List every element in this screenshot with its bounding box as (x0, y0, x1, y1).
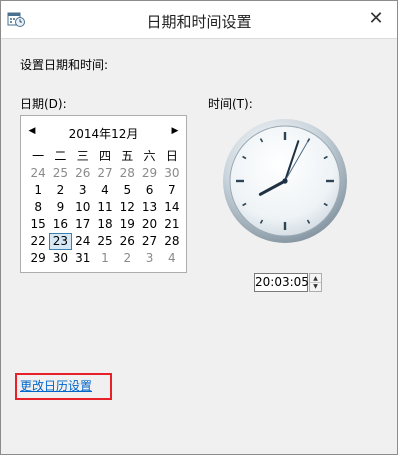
calendar-day[interactable]: 2 (49, 182, 71, 199)
calendar-day[interactable]: 20 (138, 216, 160, 233)
weekday-header: 四 (98, 149, 111, 163)
calendar-day[interactable]: 10 (72, 199, 94, 216)
calendar-day[interactable]: 29 (27, 250, 49, 267)
calendar-day[interactable]: 24 (27, 165, 49, 182)
prev-month-button[interactable]: ◀ (25, 124, 39, 138)
calendar-day[interactable]: 14 (161, 199, 183, 216)
calendar-day[interactable]: 13 (138, 199, 160, 216)
date-label: 日期(D): (20, 97, 67, 111)
calendar-day[interactable]: 30 (49, 250, 71, 267)
date-time-settings-window: 日期和时间设置 ✕ 设置日期和时间: 日期(D): 时间(T): ◀ 2014年… (0, 0, 398, 455)
calendar-week-row: 8 9 10 11 12 13 14 (27, 199, 183, 216)
calendar-day[interactable]: 17 (72, 216, 94, 233)
time-down-button[interactable]: ▼ (310, 283, 321, 291)
weekday-header: 五 (121, 149, 134, 163)
calendar-day[interactable]: 28 (161, 233, 183, 250)
calendar-day[interactable]: 16 (49, 216, 71, 233)
weekday-header-row: 一 二 三 四 五 六 日 (27, 148, 183, 165)
title-bar: 日期和时间设置 ✕ (1, 1, 397, 39)
calendar-week-row: 1 2 3 4 5 6 7 (27, 182, 183, 199)
calendar-day[interactable]: 6 (138, 182, 160, 199)
calendar-day[interactable]: 24 (72, 233, 94, 250)
clock-center-pin (282, 178, 288, 184)
analog-clock (223, 119, 347, 243)
calendar-day[interactable]: 1 (94, 250, 116, 267)
weekday-header: 二 (54, 149, 67, 163)
calendar-day[interactable]: 27 (138, 233, 160, 250)
calendar-day[interactable]: 11 (94, 199, 116, 216)
calendar-day[interactable]: 3 (72, 182, 94, 199)
dialog-content: 设置日期和时间: 日期(D): 时间(T): ◀ 2014年12月 ▶ 一 二 … (1, 40, 397, 454)
calendar-day[interactable]: 28 (116, 165, 138, 182)
calendar-day[interactable]: 26 (116, 233, 138, 250)
calendar-month-title[interactable]: 2014年12月 (41, 125, 166, 142)
time-label: 时间(T): (208, 97, 253, 111)
calendar-day[interactable]: 25 (94, 233, 116, 250)
weekday-header: 日 (165, 149, 178, 163)
calendar-day[interactable]: 26 (72, 165, 94, 182)
calendar-day[interactable]: 19 (116, 216, 138, 233)
calendar-day[interactable]: 7 (161, 182, 183, 199)
calendar-day[interactable]: 3 (138, 250, 160, 267)
weekday-header: 一 (32, 149, 45, 163)
calendar-week-row: 15 16 17 18 19 20 21 (27, 216, 183, 233)
calendar-day[interactable]: 27 (94, 165, 116, 182)
next-month-button[interactable]: ▶ (168, 124, 182, 138)
time-input[interactable]: 20:03:05 (254, 273, 309, 292)
calendar-grid: 一 二 三 四 五 六 日 24 25 26 27 28 29 30 1 2 3… (27, 148, 183, 267)
calendar-day[interactable]: 1 (27, 182, 49, 199)
calendar-day[interactable]: 31 (72, 250, 94, 267)
calendar-day[interactable]: 9 (49, 199, 71, 216)
window-title: 日期和时间设置 (146, 13, 252, 31)
calendar-day[interactable]: 5 (116, 182, 138, 199)
calendar-day[interactable]: 12 (116, 199, 138, 216)
calendar-day[interactable]: 15 (27, 216, 49, 233)
calendar-day[interactable]: 30 (161, 165, 183, 182)
calendar-day[interactable]: 4 (161, 250, 183, 267)
calendar-week-row: 22 23 24 25 26 27 28 (27, 233, 183, 250)
calendar-day[interactable]: 22 (27, 233, 49, 250)
calendar-day[interactable]: 4 (94, 182, 116, 199)
calendar-day[interactable]: 2 (116, 250, 138, 267)
calendar-day-selected[interactable]: 23 (49, 233, 72, 250)
annotation-highlight-box (15, 373, 112, 400)
time-spinner[interactable]: ▲ ▼ (309, 273, 322, 292)
calendar-control[interactable]: ◀ 2014年12月 ▶ 一 二 三 四 五 六 日 24 25 26 27 2… (20, 115, 187, 273)
time-up-button[interactable]: ▲ (310, 274, 321, 283)
close-button[interactable]: ✕ (361, 7, 391, 31)
calendar-week-row: 29 30 31 1 2 3 4 (27, 250, 183, 267)
calendar-day[interactable]: 8 (27, 199, 49, 216)
calendar-week-row: 24 25 26 27 28 29 30 (27, 165, 183, 182)
calendar-day[interactable]: 25 (49, 165, 71, 182)
settings-heading: 设置日期和时间: (20, 58, 109, 72)
weekday-header: 三 (76, 149, 89, 163)
calendar-day[interactable]: 29 (138, 165, 160, 182)
weekday-header: 六 (143, 149, 156, 163)
calendar-day[interactable]: 21 (161, 216, 183, 233)
calendar-day[interactable]: 18 (94, 216, 116, 233)
